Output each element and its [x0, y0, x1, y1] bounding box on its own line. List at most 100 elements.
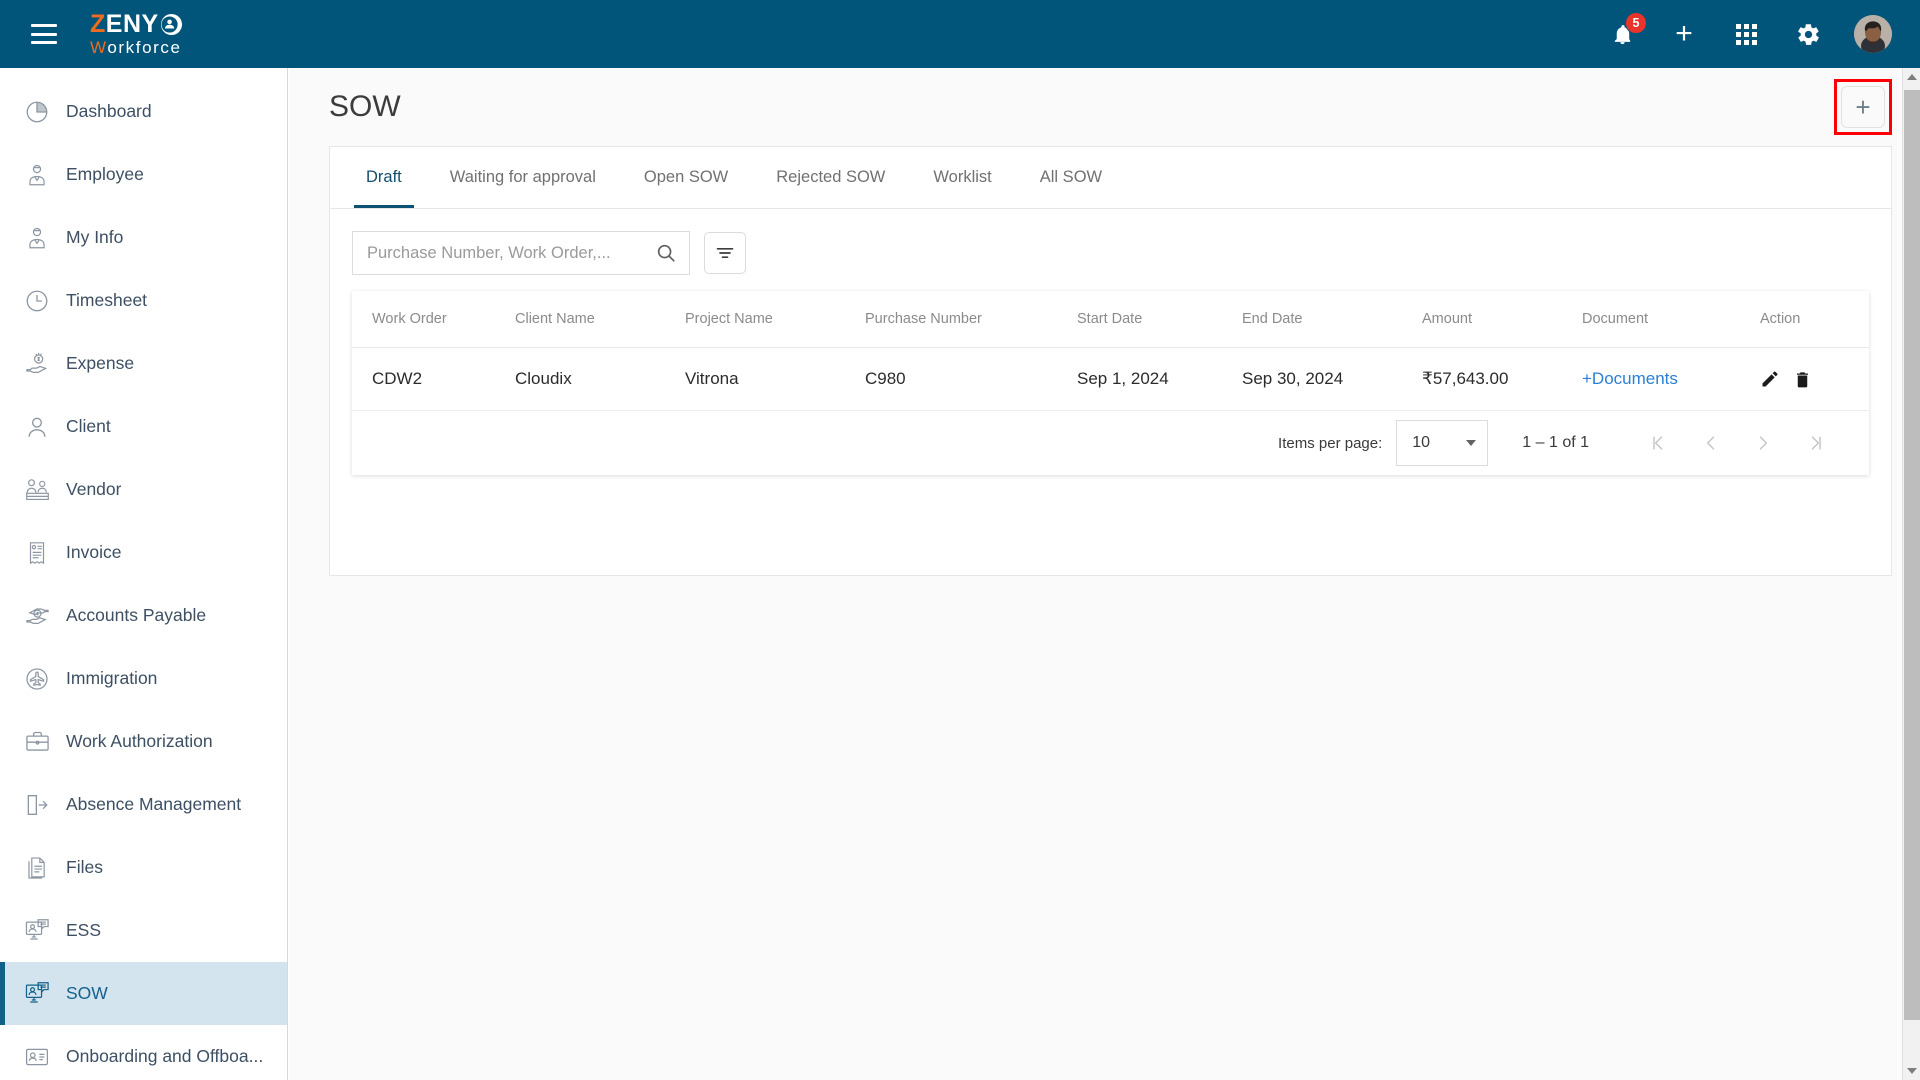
sidebar-item-dashboard[interactable]: Dashboard [0, 80, 287, 143]
sidebar-item-sow[interactable]: SOW [0, 962, 287, 1025]
tab-draft[interactable]: Draft [342, 147, 426, 208]
trash-delete-icon[interactable] [1793, 370, 1812, 389]
tab-all-sow[interactable]: All SOW [1016, 147, 1126, 208]
sidebar-item-label: ESS [66, 920, 102, 940]
sow-card: Draft Waiting for approval Open SOW Rejecte… [329, 146, 1892, 576]
column-header-action: Action [1760, 291, 1869, 348]
my-info-icon [22, 223, 52, 253]
sidebar-item-label: Vendor [66, 479, 122, 499]
hamburger-menu-icon[interactable] [31, 24, 57, 44]
search-box[interactable] [352, 231, 690, 275]
logo-text-eny: ENY [105, 10, 159, 38]
search-input[interactable] [367, 243, 655, 263]
sidebar-item-label: Accounts Payable [66, 605, 207, 625]
add-plus-icon[interactable]: + [1668, 18, 1700, 50]
logo-top-line: Z ENY [90, 12, 183, 37]
search-icon[interactable] [655, 242, 677, 264]
sidebar-item-vendor[interactable]: Vendor [0, 458, 287, 521]
hamburger-bar [31, 41, 57, 44]
sidebar-item-client[interactable]: Client [0, 395, 287, 458]
column-header-start-date: Start Date [1077, 291, 1242, 348]
invoice-document-icon [22, 538, 52, 568]
notification-count-badge: 5 [1625, 12, 1647, 34]
previous-page-button[interactable] [1685, 420, 1737, 466]
tab-open-sow[interactable]: Open SOW [620, 147, 752, 208]
sidebar-item-label: Timesheet [66, 290, 148, 310]
id-card-icon [22, 1042, 52, 1072]
logo-person-circle-icon [160, 13, 183, 36]
sidebar-item-timesheet[interactable]: Timesheet [0, 269, 287, 332]
left-sidebar-nav: Dashboard Employee My Info Timesheet Expense… [0, 68, 288, 1080]
header-actions: 5 + [1606, 12, 1892, 53]
column-header-document: Document [1582, 291, 1760, 348]
sidebar-item-accounts-payable[interactable]: Accounts Payable [0, 584, 287, 647]
scroll-up-arrow-icon[interactable] [1903, 68, 1920, 86]
vendor-icon [22, 475, 52, 505]
scrollbar-thumb[interactable] [1904, 90, 1920, 1020]
sow-table-container: Work Order Client Name Project Name Purchas… [352, 291, 1869, 475]
table-header-row: Work Order Client Name Project Name Purchas… [352, 291, 1869, 348]
hamburger-bar [31, 32, 57, 36]
person-icon [22, 412, 52, 442]
brand-logo[interactable]: Z ENY Workforce [90, 12, 183, 56]
sidebar-item-my-info[interactable]: My Info [0, 206, 287, 269]
add-documents-link[interactable]: +Documents [1582, 369, 1678, 388]
cell-purchase-number: C980 [865, 347, 1077, 411]
first-page-button[interactable] [1633, 420, 1685, 466]
sidebar-item-expense[interactable]: Expense [0, 332, 287, 395]
sidebar-item-label: Expense [66, 353, 135, 373]
tab-rejected-sow[interactable]: Rejected SOW [752, 147, 909, 208]
monitor-chat-icon [22, 916, 52, 946]
briefcase-icon [22, 727, 52, 757]
next-page-button[interactable] [1737, 420, 1789, 466]
sidebar-item-work-authorization[interactable]: Work Authorization [0, 710, 287, 773]
tab-waiting-for-approval[interactable]: Waiting for approval [426, 147, 620, 208]
apps-grid-icon[interactable] [1730, 18, 1762, 50]
sidebar-item-onboarding-and-offboa[interactable]: Onboarding and Offboa... [0, 1025, 287, 1080]
pagination-range-label: 1 – 1 of 1 [1522, 434, 1589, 451]
sidebar-item-absence-management[interactable]: Absence Management [0, 773, 287, 836]
cell-amount: ₹57,643.00 [1422, 347, 1582, 411]
items-per-page-label: Items per page: [1278, 434, 1383, 452]
sidebar-item-label: Files [66, 857, 103, 877]
plus-glyph: + [1675, 17, 1693, 50]
scroll-down-arrow-icon[interactable] [1903, 1062, 1920, 1080]
sidebar-item-label: Immigration [66, 668, 158, 688]
column-header-client-name: Client Name [515, 291, 685, 348]
table-row[interactable]: CDW2 Cloudix Vitrona C980 Sep 1, 2024 Sep 30,… [352, 347, 1869, 411]
sidebar-item-ess[interactable]: ESS [0, 899, 287, 962]
pencil-edit-icon[interactable] [1760, 369, 1780, 389]
table-head: Work Order Client Name Project Name Purchas… [352, 291, 1869, 348]
cell-project-name: Vitrona [685, 347, 865, 411]
tab-worklist[interactable]: Worklist [909, 147, 1015, 208]
sidebar-scrollbar[interactable] [1902, 68, 1920, 1080]
settings-gear-icon[interactable] [1792, 18, 1824, 50]
page-header: SOW + [289, 68, 1920, 146]
filter-button[interactable] [704, 232, 746, 274]
cell-work-order: CDW2 [352, 347, 515, 411]
sidebar-item-label: Employee [66, 164, 144, 184]
table-paginator: Items per page: 10 1 – 1 of 1 [352, 411, 1869, 475]
notifications-bell-icon[interactable]: 5 [1606, 12, 1647, 50]
sidebar-item-label: Client [66, 416, 111, 436]
column-header-work-order: Work Order [352, 291, 515, 348]
accounts-payable-icon [22, 601, 52, 631]
top-header-bar: Z ENY Workforce 5 + [0, 0, 1920, 68]
airplane-circle-icon [22, 664, 52, 694]
door-exit-icon [22, 790, 52, 820]
sidebar-item-employee[interactable]: Employee [0, 143, 287, 206]
table-body: CDW2 Cloudix Vitrona C980 Sep 1, 2024 Sep 30,… [352, 347, 1869, 411]
column-header-purchase-number: Purchase Number [865, 291, 1077, 348]
items-per-page-select[interactable]: 10 [1396, 420, 1489, 466]
add-sow-button[interactable]: + [1841, 86, 1885, 128]
cell-action [1760, 347, 1869, 411]
grid-dots [1735, 23, 1757, 45]
pie-chart-icon [22, 97, 52, 127]
last-page-button[interactable] [1789, 420, 1841, 466]
sidebar-item-label: Absence Management [66, 794, 242, 814]
sidebar-item-immigration[interactable]: Immigration [0, 647, 287, 710]
page-title: SOW [329, 90, 401, 123]
user-avatar[interactable] [1854, 15, 1892, 53]
sidebar-item-invoice[interactable]: Invoice [0, 521, 287, 584]
sidebar-item-files[interactable]: Files [0, 836, 287, 899]
